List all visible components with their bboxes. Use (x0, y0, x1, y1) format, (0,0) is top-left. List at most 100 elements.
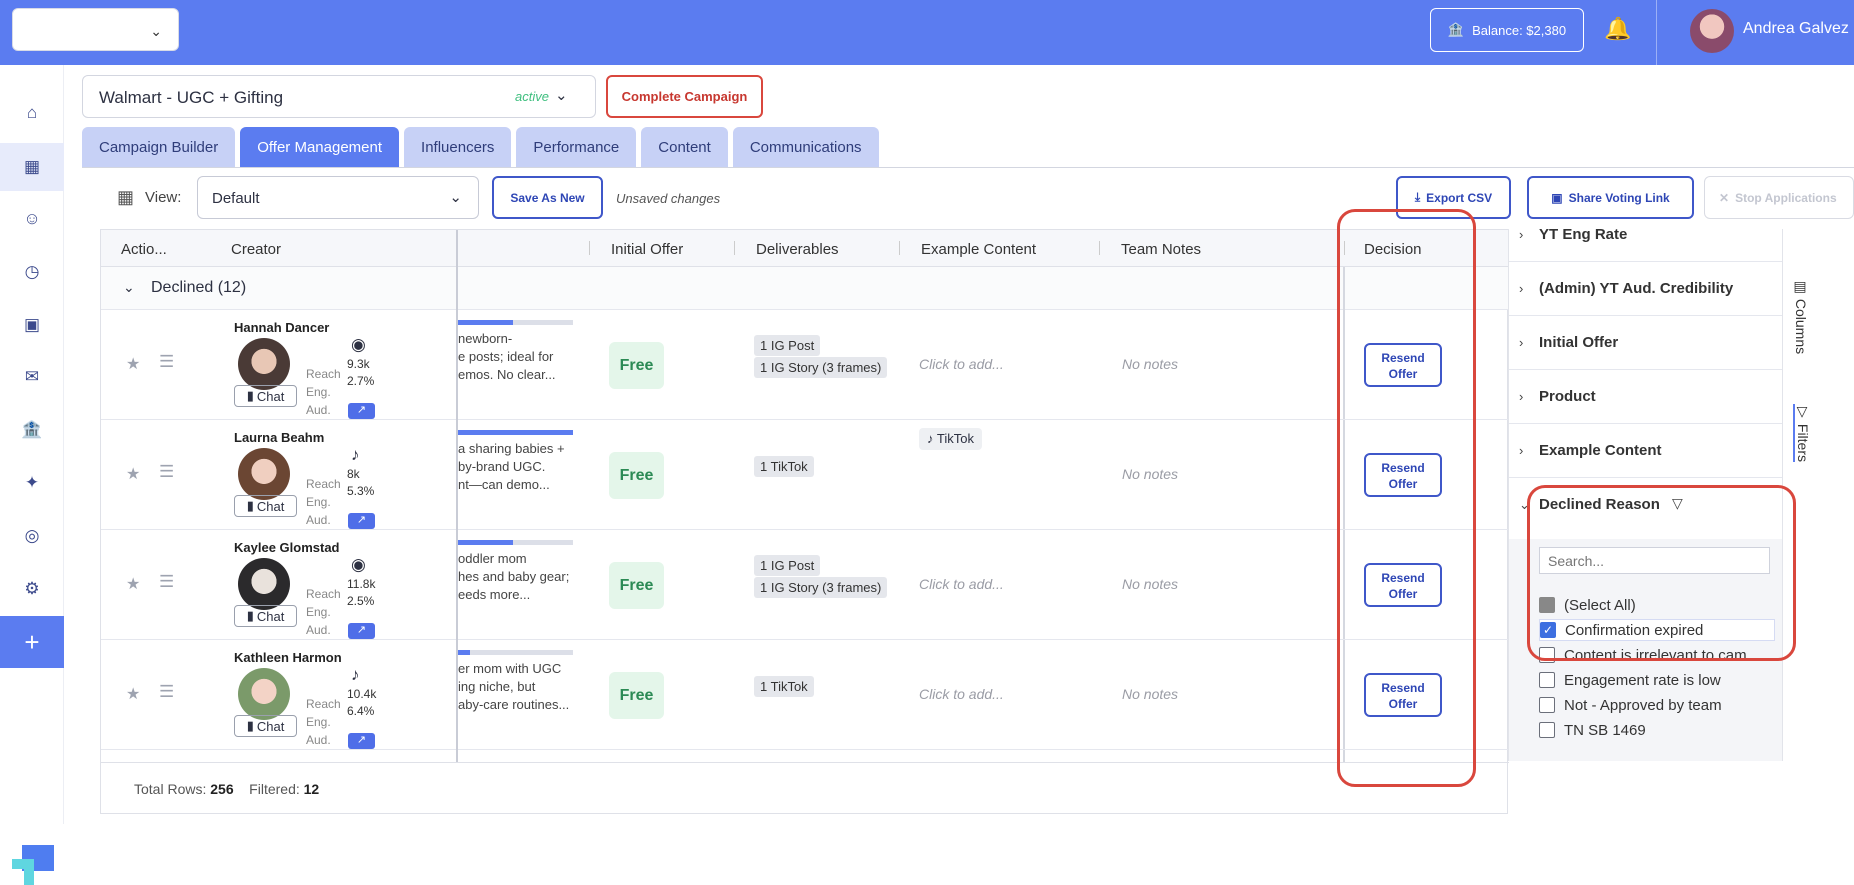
stat-values: 10.4k 6.4% (347, 686, 376, 720)
instagram-icon: ◉ (351, 555, 366, 574)
tab-columns[interactable]: ▤ Columns (1793, 279, 1809, 354)
brand-logo (12, 845, 54, 885)
filter-section-example-content[interactable]: › Example Content (1509, 424, 1783, 478)
table-row: ★ ☰ Kaylee Glomstad ▮ Chat Reach Eng. Aud. … (101, 530, 1509, 640)
checkbox[interactable] (1539, 697, 1555, 713)
list-icon[interactable]: ☰ (159, 682, 174, 702)
chevron-down-icon[interactable]: ⌄ (123, 279, 135, 296)
complete-campaign-button[interactable]: Complete Campaign (606, 75, 763, 118)
view-label: View: (145, 189, 182, 206)
user-name[interactable]: Andrea Galvez (1743, 20, 1849, 38)
table-header: Actio... Creator Initial Offer Deliverab… (101, 230, 1509, 267)
campaign-name: Walmart - UGC + Gifting (99, 88, 284, 107)
score-bar (458, 540, 573, 545)
filter-option[interactable]: Not - Approved by team (1539, 694, 1775, 716)
header-actions[interactable]: Actio... (121, 241, 167, 258)
lifebuoy-icon[interactable]: ◎ (0, 512, 64, 560)
filter-section-initial-offer[interactable]: › Initial Offer (1509, 316, 1783, 370)
creator-name[interactable]: Laurna Beahm (234, 430, 324, 445)
share-voting-link-button[interactable]: ▣ Share Voting Link (1527, 176, 1694, 219)
image-icon[interactable]: ▣ (0, 301, 64, 349)
avatar[interactable] (1690, 9, 1734, 53)
filter-section-label: (Admin) YT Aud. Credibility (1539, 280, 1734, 297)
balance-button[interactable]: 🏦 Balance: $2,380 (1430, 8, 1584, 52)
filter-icon: ▽ (1795, 404, 1811, 424)
creator-name[interactable]: Kathleen Harmon (234, 650, 342, 665)
filter-section-yt-eng-rate[interactable]: › YT Eng Rate (1509, 217, 1783, 262)
chat-button[interactable]: ▮ Chat (234, 605, 297, 627)
list-icon[interactable]: ☰ (159, 352, 174, 372)
list-icon[interactable]: ☰ (159, 462, 174, 482)
view-select[interactable]: Default ⌄ (197, 176, 479, 219)
header-creator[interactable]: Creator (231, 241, 281, 258)
header-example-content[interactable]: Example Content (921, 241, 1036, 258)
message-icon[interactable]: ✉ (0, 353, 64, 401)
filter-section-label: Product (1539, 388, 1596, 405)
filter-option[interactable]: TN SB 1469 (1539, 719, 1775, 741)
add-icon[interactable]: + (0, 616, 64, 668)
header-initial-offer[interactable]: Initial Offer (611, 241, 683, 258)
creator-bio: newborn-e posts; ideal for emos. No clear… (458, 330, 580, 384)
tab-offer-management[interactable]: Offer Management (240, 127, 400, 167)
campaign-select[interactable]: Walmart - UGC + Gifting active ⌄ (82, 75, 596, 118)
avatar (238, 558, 290, 610)
creator-name[interactable]: Hannah Dancer (234, 320, 329, 335)
team-notes-cell[interactable]: No notes (1122, 466, 1178, 482)
tab-performance[interactable]: Performance (516, 127, 637, 167)
star-icon[interactable]: ★ (126, 354, 140, 374)
filter-option[interactable]: Engagement rate is low (1539, 669, 1775, 691)
header-team-notes[interactable]: Team Notes (1121, 241, 1201, 258)
header-deliverables[interactable]: Deliverables (756, 241, 839, 258)
star-icon[interactable]: ★ (126, 684, 140, 704)
deliverable-chip: 1 IG Story (3 frames) (754, 577, 888, 598)
chat-button[interactable]: ▮ Chat (234, 385, 297, 407)
workspace-select[interactable]: ⌄ (12, 8, 179, 51)
example-content-cell[interactable]: Click to add... (919, 576, 1004, 592)
bio-line: newborn- (458, 331, 513, 346)
checkbox[interactable] (1539, 672, 1555, 688)
filter-section-product[interactable]: › Product (1509, 370, 1783, 424)
tab-content[interactable]: Content (641, 127, 728, 167)
tab-influencers[interactable]: Influencers (404, 127, 512, 167)
tiktok-icon: ♪ (927, 431, 937, 446)
option-label: Not - Approved by team (1564, 696, 1722, 714)
chart-icon[interactable]: ◷ (0, 248, 64, 296)
dashboard-icon[interactable]: ▦ (0, 143, 64, 191)
checkbox[interactable] (1539, 722, 1555, 738)
trend-icon[interactable]: ↗ (348, 623, 375, 639)
view-icon: ▦ (117, 187, 135, 207)
trend-icon[interactable]: ↗ (348, 733, 375, 749)
team-notes-cell[interactable]: No notes (1122, 686, 1178, 702)
list-icon[interactable]: ☰ (159, 572, 174, 592)
group-row[interactable]: ⌄ Declined (12) (101, 267, 1509, 310)
star-icon[interactable]: ★ (126, 464, 140, 484)
tab-filters[interactable]: ▽ Filters (1793, 404, 1811, 463)
stop-applications-button[interactable]: ✕ Stop Applications (1704, 176, 1854, 219)
star-icon[interactable]: ★ (126, 574, 140, 594)
gear-icon[interactable]: ⚙ (0, 565, 64, 613)
chat-button[interactable]: ▮ Chat (234, 495, 297, 517)
chat-button[interactable]: ▮ Chat (234, 715, 297, 737)
team-notes-cell[interactable]: No notes (1122, 576, 1178, 592)
trend-icon[interactable]: ↗ (348, 513, 375, 529)
trend-icon[interactable]: ↗ (348, 403, 375, 419)
sparkle-icon[interactable]: ✦ (0, 459, 64, 507)
eng-label: Eng. (306, 495, 331, 509)
tab-communications[interactable]: Communications (732, 127, 879, 167)
share-icon: ▣ (1551, 190, 1563, 205)
example-chip-label: TikTok (936, 431, 974, 446)
bank-icon[interactable]: 🏦 (0, 406, 64, 454)
tab-campaign-builder[interactable]: Campaign Builder (82, 127, 236, 167)
team-notes-cell[interactable]: No notes (1122, 356, 1178, 372)
example-content-chip[interactable]: ♪ TikTok (919, 428, 982, 450)
score-bar (458, 320, 573, 325)
save-as-new-button[interactable]: Save As New (492, 176, 603, 219)
bell-icon[interactable]: 🔔 (1604, 16, 1631, 42)
users-icon[interactable]: ☺ (0, 195, 64, 243)
creator-name[interactable]: Kaylee Glomstad (234, 540, 340, 555)
filter-section-yt-aud-credibility[interactable]: › (Admin) YT Aud. Credibility (1509, 262, 1783, 316)
home-icon[interactable]: ⌂ (0, 89, 64, 137)
example-content-cell[interactable]: Click to add... (919, 686, 1004, 702)
example-content-cell[interactable]: Click to add... (919, 356, 1004, 372)
unsaved-changes-label: Unsaved changes (616, 191, 721, 206)
